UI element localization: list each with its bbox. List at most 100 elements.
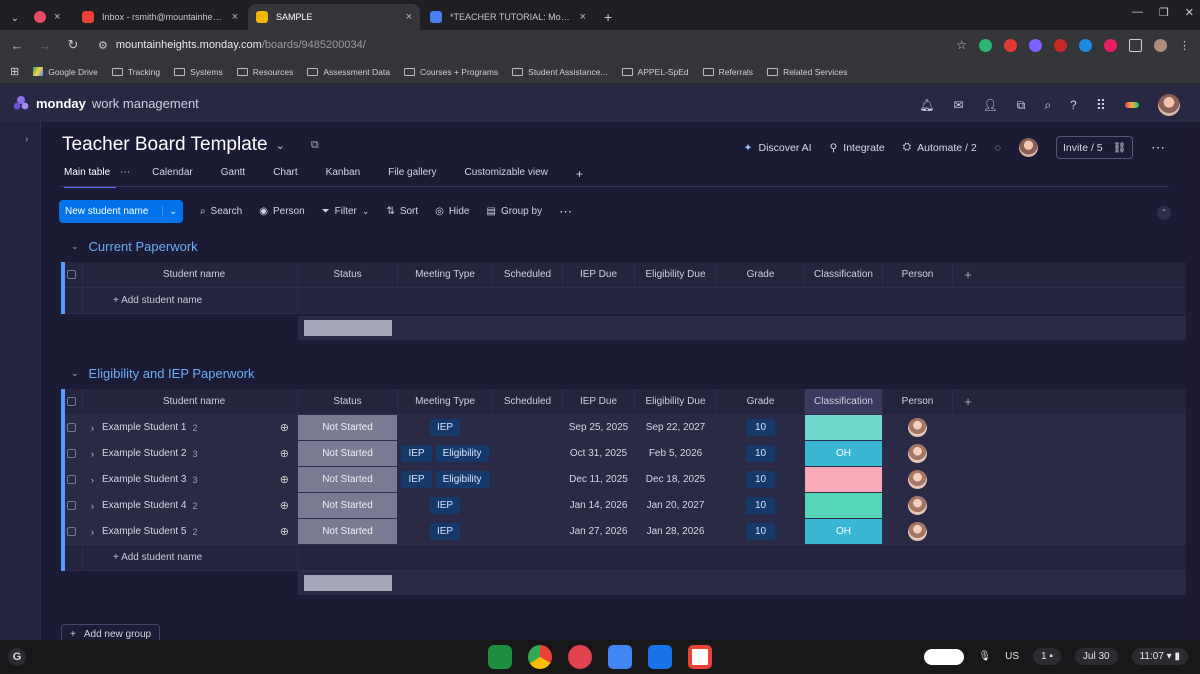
bookmark-student-assistance[interactable]: Student Assistance... <box>512 67 608 77</box>
table-row[interactable]: › Example Student 3 3 ⊕ Not Started IEP E… <box>61 467 1186 493</box>
bookmark-assessment-data[interactable]: Assessment Data <box>307 67 390 77</box>
group-by-button[interactable]: ▤ Group by <box>486 206 542 217</box>
board-name[interactable]: Teacher Board Template <box>62 134 268 156</box>
classroom-app-icon[interactable] <box>488 645 512 669</box>
status-summary-bar[interactable] <box>304 575 392 591</box>
student-name-cell[interactable]: › Example Student 2 3 ⊕ <box>83 441 298 466</box>
add-update-icon[interactable]: ⊕ <box>280 499 289 512</box>
col-scheduled[interactable]: Scheduled <box>493 262 563 287</box>
grade-cell[interactable]: 10 <box>717 467 805 492</box>
url-field[interactable]: ⚙ mountainheights.monday.com/boards/9485… <box>98 39 366 52</box>
col-student-name[interactable]: Student name <box>83 262 298 287</box>
monday-logo[interactable]: monday work management <box>12 94 199 112</box>
bookmark-related-services[interactable]: Related Services <box>767 67 847 77</box>
user-avatar[interactable] <box>1158 94 1180 116</box>
invite-button[interactable]: Invite / 5 ⛓ <box>1055 136 1133 159</box>
browser-tab-1[interactable]: × <box>26 4 72 30</box>
tab-chart[interactable]: Chart <box>273 167 311 188</box>
checkbox[interactable] <box>67 423 76 432</box>
extension-icon[interactable] <box>979 38 992 52</box>
student-name-cell[interactable]: › Example Student 1 2 ⊕ <box>83 415 298 440</box>
col-eligibility-due[interactable]: Eligibility Due <box>635 389 717 414</box>
chevron-down-icon[interactable]: ⌄ <box>362 206 370 217</box>
extension-icon[interactable] <box>1079 38 1092 52</box>
eligibility-due-cell[interactable]: Sep 22, 2027 <box>635 415 717 440</box>
reload-icon[interactable]: ↻ <box>66 37 80 53</box>
col-grade[interactable]: Grade <box>717 389 805 414</box>
new-student-button[interactable]: New student name ⌄ <box>59 200 183 223</box>
bell-icon[interactable]: 🔔︎ <box>919 98 934 112</box>
filter-button[interactable]: ⏷ Filter ⌄ <box>322 206 370 217</box>
classification-cell[interactable] <box>805 493 883 518</box>
checkbox[interactable] <box>67 501 76 510</box>
search-icon[interactable]: ⌕ <box>1044 98 1051 113</box>
checkbox[interactable] <box>67 270 76 279</box>
chevron-down-icon[interactable]: ⌄ <box>162 206 177 217</box>
meeting-type-cell[interactable]: IEP Eligibility <box>398 441 493 466</box>
help-icon[interactable]: ? <box>1070 98 1077 112</box>
expand-subitems-icon[interactable]: › <box>91 527 94 537</box>
student-name[interactable]: Example Student 1 <box>102 422 187 433</box>
meeting-type-cell[interactable]: IEP <box>398 415 493 440</box>
pen-tray-icon[interactable] <box>924 648 965 665</box>
group-title[interactable]: Current Paperwork <box>89 239 198 254</box>
bookmark-star-icon[interactable]: ☆ <box>956 38 967 52</box>
student-name[interactable]: Example Student 2 <box>102 448 187 459</box>
bookmark-appel-sped[interactable]: APPEL-SpEd <box>621 67 689 77</box>
updates-icon[interactable]: ◌ <box>995 142 1001 154</box>
browser-tab-3[interactable]: SAMPLE × <box>248 4 420 30</box>
mic-icon[interactable]: 🎙︎ <box>978 651 991 662</box>
grade-cell[interactable]: 10 <box>717 415 805 440</box>
new-tab-button[interactable]: + <box>604 9 612 25</box>
iep-due-cell[interactable]: Jan 27, 2026 <box>563 519 635 544</box>
hide-button[interactable]: ◎ Hide <box>435 206 469 217</box>
bookmark-systems[interactable]: Systems <box>174 67 223 77</box>
eligibility-due-cell[interactable]: Jan 20, 2027 <box>635 493 717 518</box>
add-item-row[interactable]: + Add student name <box>61 288 1186 314</box>
group-header-eligibility-iep[interactable]: ⌄ Eligibility and IEP Paperwork <box>71 366 255 381</box>
extension-icon[interactable] <box>1004 38 1017 52</box>
student-name-cell[interactable]: › Example Student 4 2 ⊕ <box>83 493 298 518</box>
person-cell[interactable] <box>883 441 953 466</box>
person-cell[interactable] <box>883 493 953 518</box>
extension-icon[interactable] <box>1054 38 1067 52</box>
add-column-icon[interactable]: + <box>953 262 983 287</box>
status-cell[interactable]: Not Started <box>298 467 398 492</box>
launcher-icon[interactable]: G <box>8 648 26 666</box>
meeting-type-cell[interactable]: IEP <box>398 519 493 544</box>
meeting-type-cell[interactable]: IEP Eligibility <box>398 467 493 492</box>
eligibility-due-cell[interactable]: Jan 28, 2026 <box>635 519 717 544</box>
more-icon[interactable]: ⋮ <box>1179 39 1190 52</box>
col-student-name[interactable]: Student name <box>83 389 298 414</box>
extension-icon[interactable] <box>1029 38 1042 52</box>
col-meeting-type[interactable]: Meeting Type <box>398 389 493 414</box>
scheduled-cell[interactable] <box>493 415 563 440</box>
scheduled-cell[interactable] <box>493 467 563 492</box>
table-row[interactable]: › Example Student 5 2 ⊕ Not Started IEP … <box>61 519 1186 545</box>
app-switcher-icon[interactable]: ⠿ <box>1096 97 1106 114</box>
close-icon[interactable]: × <box>406 11 412 23</box>
status-area[interactable]: 11:07 ▾ ▮ <box>1131 648 1188 665</box>
integrate-button[interactable]: ⚲ Integrate <box>830 142 885 154</box>
more-options-icon[interactable]: ⋯ <box>1151 139 1165 156</box>
eligibility-due-cell[interactable]: Dec 18, 2025 <box>635 467 717 492</box>
grade-cell[interactable]: 10 <box>717 441 805 466</box>
browser-tab-2[interactable]: Inbox - rsmith@mountainheig... × <box>74 4 246 30</box>
col-meeting-type[interactable]: Meeting Type <box>398 262 493 287</box>
col-person[interactable]: Person <box>883 262 953 287</box>
student-name[interactable]: Example Student 3 <box>102 474 187 485</box>
add-update-icon[interactable]: ⊕ <box>280 473 289 486</box>
expand-subitems-icon[interactable]: › <box>91 475 94 485</box>
tab-search-icon[interactable]: ⌄ <box>4 13 26 24</box>
chevron-down-icon[interactable]: ⌄ <box>276 139 285 152</box>
table-row[interactable]: › Example Student 2 3 ⊕ Not Started IEP E… <box>61 441 1186 467</box>
classification-cell[interactable] <box>805 415 883 440</box>
classification-cell[interactable] <box>805 467 883 492</box>
extension-icon[interactable] <box>1104 38 1117 52</box>
col-classification[interactable]: Classification <box>805 262 883 287</box>
browser-tab-4[interactable]: *TEACHER TUTORIAL: Monda... × <box>422 4 594 30</box>
col-grade[interactable]: Grade <box>717 262 805 287</box>
sort-button[interactable]: ⇅ Sort <box>386 206 418 217</box>
col-person[interactable]: Person <box>883 389 953 414</box>
link-icon[interactable]: ⛓ <box>1113 141 1126 154</box>
